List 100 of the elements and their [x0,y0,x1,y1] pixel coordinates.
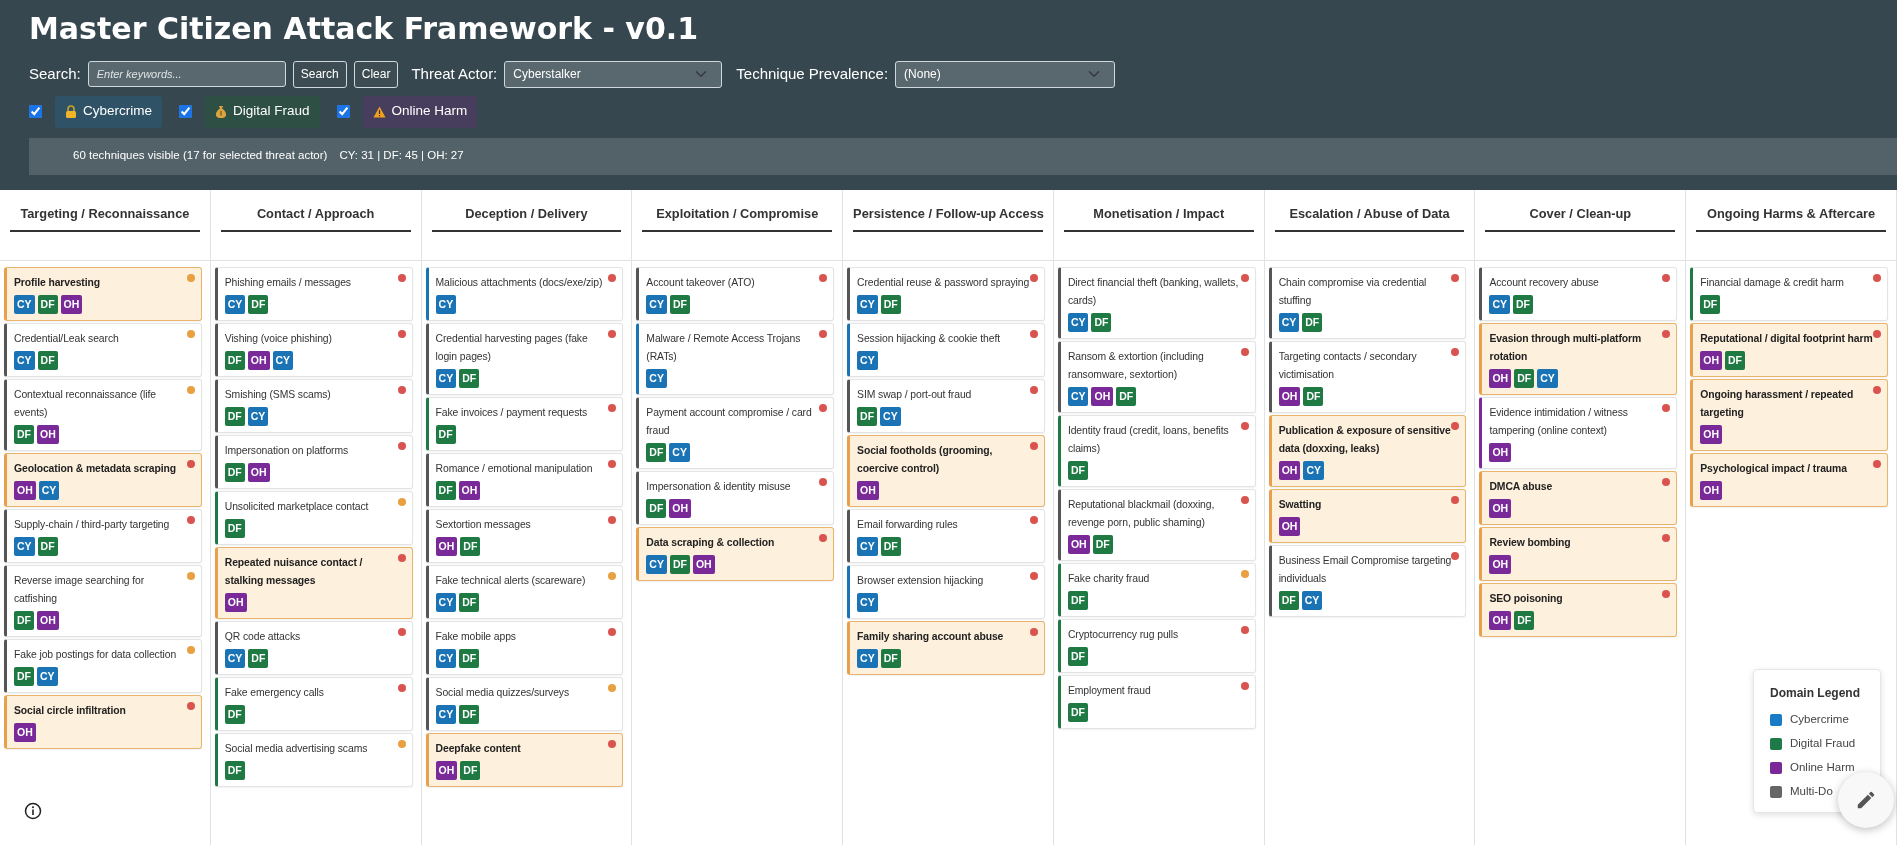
technique-card[interactable]: Credential harvesting pages (fake login pages) CY DF [425,323,624,395]
technique-card[interactable]: Smishing (SMS scams) DF CY [214,379,413,433]
technique-card[interactable]: Evasion through multi-platform rotation OH DF CY [1479,323,1678,395]
technique-name: Reputational / digital footprint harm [1700,332,1874,346]
technique-card[interactable]: SEO poisoning OH DF [1479,583,1678,637]
domain-tag: DF [459,649,480,668]
technique-card[interactable]: Chain compromise via credential stuffing CY DF [1268,267,1467,339]
technique-card[interactable]: Unsolicited marketplace contact DF [214,491,413,545]
technique-card[interactable]: Vishing (voice phishing) DF OH CY [214,323,413,377]
prevalence-select[interactable]: (None) [895,60,1116,88]
domain-counts: CY: 31 | DF: 45 | OH: 27 [339,148,464,164]
domain-tag: CY [646,369,667,388]
technique-card[interactable]: Fake technical alerts (scareware) CY DF [425,565,624,619]
technique-card[interactable]: Swatting OH [1268,489,1467,543]
technique-name: Identity fraud (credit, loans, benefits claims) [1067,424,1230,456]
technique-card[interactable]: QR code attacks CY DF [214,621,413,675]
technique-card[interactable]: Fake job postings for data collection DF CY [4,639,202,693]
domain-tag: CY [857,593,878,612]
technique-card[interactable]: Session hijacking & cookie theft CY [847,323,1045,377]
technique-card[interactable]: Fake mobile apps CY DF [425,621,624,675]
technique-card[interactable]: Family sharing account abuse CY DF [847,621,1045,675]
technique-card[interactable]: Social footholds (grooming, coercive control) OH [847,435,1045,507]
domain-tag: DF [460,761,481,780]
threat-actor-select[interactable]: Cyberstalker [504,60,723,88]
technique-card[interactable]: Fake emergency calls DF [214,677,413,731]
domain-tag: OH [435,537,458,556]
technique-card[interactable]: Ongoing harassment / repeated targeting OH [1690,379,1888,451]
technique-card[interactable]: Publication & exposure of sensitive data (doxxing, leaks) OH CY [1268,415,1467,487]
domain-filter-chip[interactable]: Digital Fraud [205,95,320,128]
technique-card[interactable]: Contextual reconnaissance (life events) DF OH [4,379,202,451]
technique-card[interactable]: Fake invoices / payment requests DF [425,397,624,451]
technique-name: Fake charity fraud [1067,572,1151,586]
domain-tag: CY [1067,313,1089,332]
technique-card[interactable]: Payment account compromise / card fraud DF CY [636,397,835,469]
technique-card[interactable]: Romance / emotional manipulation DF OH [425,453,624,507]
technique-card[interactable]: Credential reuse & password spraying CY DF [847,267,1045,321]
domain-tag: DF [460,537,481,556]
technique-card[interactable]: Data scraping & collection CY DF OH [636,527,835,581]
technique-card[interactable]: Malicious attachments (docs/exe/zip) CY [425,267,624,321]
technique-card[interactable]: Employment fraud DF [1057,675,1256,729]
technique-card[interactable]: Reputational / digital footprint harm OH DF [1690,323,1888,377]
technique-name: Phishing emails / messages [224,276,352,290]
technique-card[interactable]: Phishing emails / messages CY DF [214,267,413,321]
technique-card[interactable]: SIM swap / port-out fraud DF CY [847,379,1045,433]
domain-tag: DF [37,351,58,370]
domain-tag: CY [435,649,457,668]
search-button[interactable]: Search [292,60,347,88]
domain-tag: OH [857,481,879,500]
domain-tag: DF [880,295,901,314]
technique-card[interactable]: Credential/Leak search CY DF [4,323,202,377]
technique-card[interactable]: Impersonation on platforms DF OH [214,435,413,489]
technique-card[interactable]: Cryptocurrency rug pulls DF [1057,619,1256,673]
domain-filter-chip[interactable]: Online Harm [362,95,478,128]
domain-tag: CY [1303,461,1324,480]
domain-filter-chip[interactable]: Cybercrime [55,95,162,128]
technique-card[interactable]: Sextortion messages OH DF [425,509,624,563]
technique-name: Ransom & extortion (including ransomware, sextortion) [1067,350,1205,382]
technique-card[interactable]: Targeting contacts / secondary victimisation OH DF [1268,341,1467,413]
domain-tag: CY [14,351,35,370]
technique-card[interactable]: Reputational blackmail (doxxing, revenge porn, public shaming) OH DF [1057,489,1256,561]
technique-card[interactable]: Reverse image searching for catfishing DF OH [4,565,202,637]
technique-card[interactable]: Browser extension hijacking CY [847,565,1045,619]
technique-card[interactable]: Business Email Compromise targeting individuals DF CY [1268,545,1467,617]
technique-card[interactable]: Profile harvesting CY DF OH [4,267,202,321]
technique-card[interactable]: Geolocation & metadata scraping OH CY [4,453,202,507]
technique-card[interactable]: DMCA abuse OH [1479,471,1678,525]
technique-name: Data scraping & collection [646,536,776,550]
technique-name: Geolocation & metadata scraping [14,462,178,476]
clear-button[interactable]: Clear [353,60,399,88]
domain-tag: DF [880,649,901,668]
technique-name: Contextual reconnaissance (life events) [14,388,157,420]
technique-card[interactable]: Social media quizzes/surveys CY DF [425,677,624,731]
domain-tag: DF [1514,369,1535,388]
technique-card[interactable]: Social media advertising scams DF [214,733,413,787]
technique-card[interactable]: Evidence intimidation / witness tampering (online context) OH [1479,397,1678,469]
technique-name: Payment account compromise / card fraud [646,406,813,438]
domain-tag: DF [248,649,269,668]
technique-card[interactable]: Repeated nuisance contact / stalking messages OH [214,547,413,619]
technique-card[interactable]: Social circle infiltration OH [4,695,202,749]
search-field[interactable]: Enter keywords... [87,61,286,87]
technique-card[interactable]: Email forwarding rules CY DF [847,509,1045,563]
technique-card[interactable]: Direct financial theft (banking, wallets, cards) CY DF [1057,267,1256,339]
technique-card[interactable]: Review bombing OH [1479,527,1678,581]
technique-card[interactable]: Financial damage & credit harm DF [1690,267,1888,321]
technique-card[interactable]: Account recovery abuse CY DF [1479,267,1678,321]
technique-card[interactable]: Supply-chain / third-party targeting CY DF [4,509,202,563]
domain-tag: DF [857,407,878,426]
technique-card[interactable]: Impersonation & identity misuse DF OH [636,471,835,525]
technique-card[interactable]: Psychological impact / trauma OH [1690,453,1888,507]
technique-card[interactable]: Malware / Remote Access Trojans (RATs) CY [636,323,835,395]
technique-name: Direct financial theft (banking, wallets, cards) [1067,276,1240,308]
domain-tag: CY [37,667,58,686]
technique-name: Impersonation on platforms [224,444,350,458]
technique-card[interactable]: Deepfake content OH DF [425,733,624,787]
technique-card[interactable]: Fake charity fraud DF [1057,563,1256,617]
technique-card[interactable]: Account takeover (ATO) CY DF [636,267,835,321]
technique-card[interactable]: Ransom & extortion (including ransomware, sextortion) CY OH DF [1057,341,1256,413]
technique-name: Reputational blackmail (doxxing, revenge porn, public shaming) [1067,498,1216,530]
legend-title: Domain Legend [1770,685,1861,702]
technique-card[interactable]: Identity fraud (credit, loans, benefits claims) DF [1057,415,1256,487]
